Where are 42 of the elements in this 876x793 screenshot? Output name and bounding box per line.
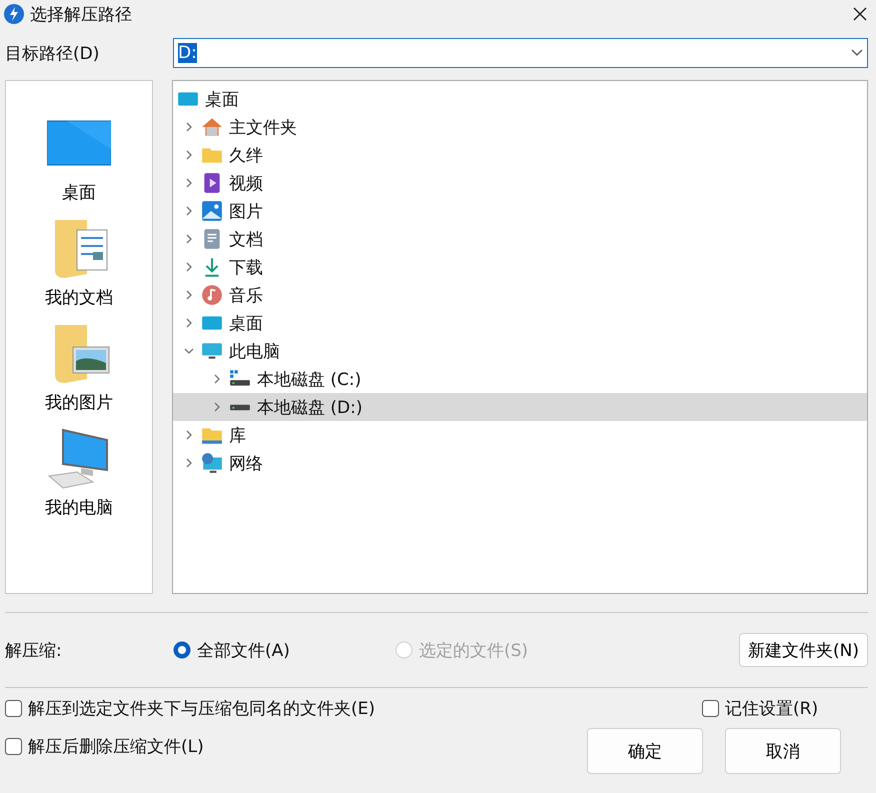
radio-option[interactable]: 全部文件(A) — [173, 638, 395, 662]
extract-label: 解压缩: — [5, 640, 63, 662]
tree-item[interactable]: 网络 — [173, 449, 867, 477]
tree-item[interactable]: 图片 — [173, 197, 867, 225]
checkbox-option[interactable]: 解压到选定文件夹下与压缩包同名的文件夹(E) — [5, 696, 376, 720]
path-label: 目标路径(D) — [5, 42, 100, 64]
radio-icon[interactable] — [173, 641, 191, 659]
computer-icon — [47, 426, 111, 490]
tree-item[interactable]: 下载 — [173, 253, 867, 281]
picture-icon — [201, 200, 223, 222]
dropdown-caret-icon[interactable] — [851, 49, 863, 57]
checkbox-icon[interactable] — [5, 700, 22, 716]
checkbox-icon[interactable] — [5, 738, 22, 754]
tree-item[interactable]: 本地磁盘 (D:) — [173, 393, 867, 421]
dialog-button[interactable]: 确定 — [587, 728, 703, 774]
network-icon — [201, 452, 223, 474]
dialog-button[interactable]: 取消 — [725, 728, 841, 774]
tree-item[interactable]: 文档 — [173, 225, 867, 253]
tree-item[interactable]: 桌面 — [173, 309, 867, 337]
checkbox-option[interactable]: 解压后删除压缩文件(L) — [5, 734, 204, 758]
tree-item[interactable]: 视频 — [173, 169, 867, 197]
checkbox-option[interactable]: 记住设置(R) — [702, 696, 868, 720]
drive-icon — [229, 404, 251, 410]
tree-item[interactable]: 库 — [173, 421, 867, 449]
tree-item[interactable]: 本地磁盘 (C:) — [173, 365, 867, 393]
tree-item[interactable]: 音乐 — [173, 281, 867, 309]
place-item[interactable]: 桌面 — [47, 111, 111, 204]
window-title: 选择解压路径 — [30, 4, 133, 26]
tree-item[interactable]: 久绊 — [173, 141, 867, 169]
house-icon — [201, 116, 223, 138]
path-field[interactable]: D: — [173, 38, 868, 68]
app-icon — [4, 4, 24, 24]
checkbox-icon[interactable] — [702, 700, 719, 716]
tree-item[interactable]: 桌面 — [173, 85, 867, 113]
tree-item[interactable]: 此电脑 — [173, 337, 867, 365]
new-folder-button[interactable]: 新建文件夹(N) — [739, 633, 868, 667]
tree-item[interactable]: 主文件夹 — [173, 113, 867, 141]
music-icon — [201, 284, 223, 306]
place-item[interactable]: 我的电脑 — [45, 426, 113, 519]
close-icon[interactable] — [852, 6, 868, 22]
place-item[interactable]: 我的图片 — [45, 321, 113, 414]
place-item[interactable]: 我的文档 — [45, 216, 113, 309]
